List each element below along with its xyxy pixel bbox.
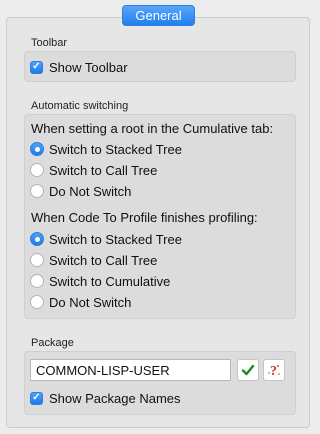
svg-text:?: ?	[270, 364, 277, 378]
profile-option-call-tree[interactable]: Switch to Call Tree	[30, 251, 157, 269]
profile-heading: When Code To Profile finishes profiling:	[31, 210, 258, 225]
cumulative-option-stacked-tree[interactable]: Switch to Stacked Tree	[30, 140, 182, 158]
profile-option-do-not-switch[interactable]: Do Not Switch	[30, 293, 131, 311]
radio-unselected-icon	[30, 295, 44, 309]
checkbox-checked-icon: ✓	[30, 60, 43, 74]
radio-label: Do Not Switch	[49, 294, 132, 310]
cumulative-heading: When setting a root in the Cumulative ta…	[31, 121, 274, 136]
radio-unselected-icon	[30, 184, 44, 198]
radio-unselected-icon	[30, 274, 44, 288]
profile-option-cumulative[interactable]: Switch to Cumulative	[30, 272, 170, 290]
radio-label: Switch to Cumulative	[49, 273, 171, 289]
checkbox-checked-icon: ✓	[30, 391, 43, 405]
radio-selected-icon	[30, 232, 44, 246]
radio-label: Switch to Call Tree	[49, 252, 158, 268]
radio-unselected-icon	[30, 253, 44, 267]
package-help-button[interactable]: ?	[263, 359, 285, 381]
cumulative-option-call-tree[interactable]: Switch to Call Tree	[30, 161, 157, 179]
show-package-names-label: Show Package Names	[49, 390, 181, 406]
radio-label: Switch to Stacked Tree	[49, 141, 182, 157]
profile-option-stacked-tree[interactable]: Switch to Stacked Tree	[30, 230, 182, 248]
tab-general[interactable]: General	[122, 5, 195, 26]
show-toolbar-checkbox[interactable]: ✓ Show Toolbar	[30, 58, 128, 76]
radio-unselected-icon	[30, 163, 44, 177]
show-toolbar-label: Show Toolbar	[49, 59, 128, 75]
red-question-icon: ?	[268, 364, 280, 378]
package-input[interactable]	[30, 359, 231, 381]
toolbar-group-label: Toolbar	[31, 37, 68, 49]
radio-selected-icon	[30, 142, 44, 156]
package-group-label: Package	[31, 337, 74, 349]
radio-label: Do Not Switch	[49, 183, 132, 199]
radio-label: Switch to Stacked Tree	[49, 231, 182, 247]
green-checkmark-icon	[241, 364, 255, 376]
radio-label: Switch to Call Tree	[49, 162, 158, 178]
show-package-names-checkbox[interactable]: ✓ Show Package Names	[30, 389, 181, 407]
confirm-package-button[interactable]	[237, 359, 259, 381]
cumulative-option-do-not-switch[interactable]: Do Not Switch	[30, 182, 131, 200]
automatic-switching-group-label: Automatic switching	[31, 100, 129, 112]
